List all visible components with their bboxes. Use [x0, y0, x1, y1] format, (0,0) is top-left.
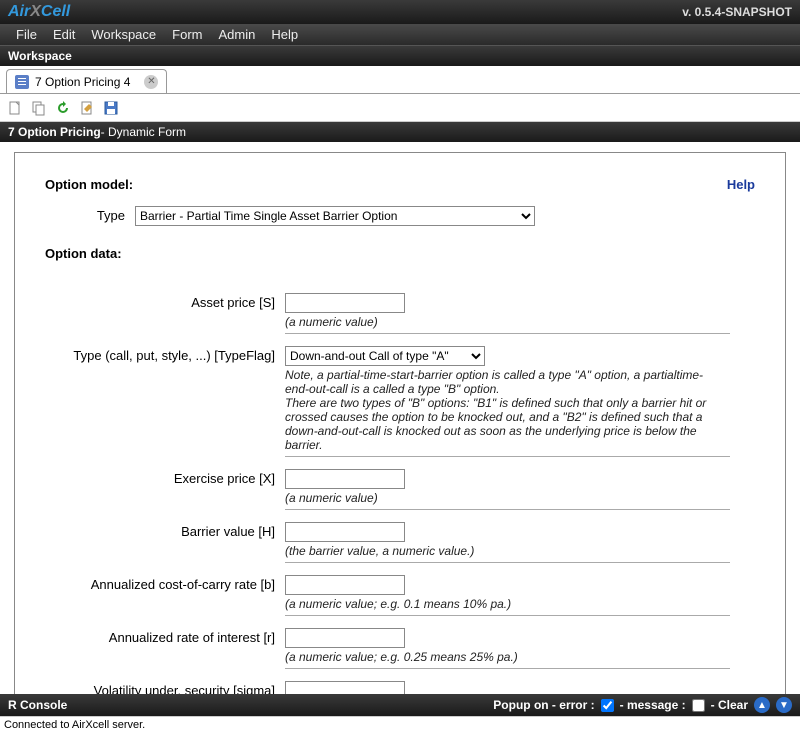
form-title-bold: 7 Option Pricing — [8, 125, 101, 139]
console-bar: R Console Popup on - error : - message :… — [0, 694, 800, 716]
tabs-area: 7 Option Pricing 4 ✕ — [0, 66, 800, 94]
rate-label: Annualized rate of interest [r] — [45, 628, 285, 645]
tab-label: 7 Option Pricing 4 — [35, 75, 130, 89]
popup-message-checkbox[interactable] — [692, 699, 705, 712]
typeflag-hint: Note, a partial-time-start-barrier optio… — [285, 368, 730, 457]
rate-row: Annualized rate of interest [r] (a numer… — [45, 628, 755, 679]
barrier-label: Barrier value [H] — [45, 522, 285, 539]
status-text: Connected to AirXcell server. — [4, 719, 145, 731]
type-row: Type Barrier - Partial Time Single Asset… — [45, 206, 755, 226]
asset-price-row: Asset price [S] (a numeric value) — [45, 293, 755, 344]
cost-carry-label: Annualized cost-of-carry rate [b] — [45, 575, 285, 592]
option-model-section: Help Option model: — [45, 177, 755, 192]
menu-admin[interactable]: Admin — [211, 27, 264, 42]
menu-edit[interactable]: Edit — [45, 27, 83, 42]
cost-carry-row: Annualized cost-of-carry rate [b] (a num… — [45, 575, 755, 626]
option-data-section: Option data: — [45, 246, 755, 261]
typeflag-label: Type (call, put, style, ...) [TypeFlag] — [45, 346, 285, 363]
workspace-label: Workspace — [8, 49, 72, 63]
status-bar: Connected to AirXcell server. — [0, 716, 800, 732]
barrier-hint: (the barrier value, a numeric value.) — [285, 544, 730, 563]
document-icon — [15, 75, 29, 89]
rate-input[interactable] — [285, 628, 405, 648]
app-logo: AirXCell — [8, 3, 70, 21]
content-wrap: Help Option model: Type Barrier - Partia… — [0, 142, 800, 694]
logo-x: X — [30, 3, 41, 20]
exercise-row: Exercise price [X] (a numeric value) — [45, 469, 755, 520]
arrow-up-icon[interactable]: ▲ — [754, 697, 770, 713]
clear-label: - Clear — [711, 698, 748, 712]
form-title-rest: - Dynamic Form — [101, 125, 186, 139]
form-panel: Help Option model: Type Barrier - Partia… — [14, 152, 786, 694]
asset-price-hint: (a numeric value) — [285, 315, 730, 334]
cost-carry-hint: (a numeric value; e.g. 0.1 means 10% pa.… — [285, 597, 730, 616]
cost-carry-input[interactable] — [285, 575, 405, 595]
asset-price-label: Asset price [S] — [45, 293, 285, 310]
barrier-input[interactable] — [285, 522, 405, 542]
help-link[interactable]: Help — [727, 177, 755, 192]
workspace-header: Workspace — [0, 46, 800, 66]
edit-button[interactable] — [78, 99, 96, 117]
menu-file[interactable]: File — [8, 27, 45, 42]
close-icon[interactable]: ✕ — [144, 75, 158, 89]
popup-error-checkbox[interactable] — [601, 699, 614, 712]
logo-cell: Cell — [41, 3, 70, 20]
exercise-input[interactable] — [285, 469, 405, 489]
typeflag-select[interactable]: Down-and-out Call of type "A" — [285, 346, 485, 366]
logo-air: Air — [8, 3, 30, 20]
tab-option-pricing[interactable]: 7 Option Pricing 4 ✕ — [6, 69, 167, 93]
exercise-hint: (a numeric value) — [285, 491, 730, 510]
barrier-row: Barrier value [H] (the barrier value, a … — [45, 522, 755, 573]
menu-help[interactable]: Help — [263, 27, 306, 42]
type-select[interactable]: Barrier - Partial Time Single Asset Barr… — [135, 206, 535, 226]
console-title: R Console — [8, 698, 67, 712]
copy-document-button[interactable] — [30, 99, 48, 117]
toolbar — [0, 94, 800, 122]
save-button[interactable] — [102, 99, 120, 117]
menu-bar: File Edit Workspace Form Admin Help — [0, 24, 800, 46]
rate-hint: (a numeric value; e.g. 0.25 means 25% pa… — [285, 650, 730, 669]
arrow-down-icon[interactable]: ▼ — [776, 697, 792, 713]
type-label: Type — [45, 206, 135, 223]
app-header: AirXCell v. 0.5.4-SNAPSHOT — [0, 0, 800, 24]
form-title-bar: 7 Option Pricing - Dynamic Form — [0, 122, 800, 142]
option-model-label: Option model: — [45, 177, 133, 192]
menu-form[interactable]: Form — [164, 27, 210, 42]
vol-input[interactable] — [285, 681, 405, 694]
exercise-label: Exercise price [X] — [45, 469, 285, 486]
menu-workspace[interactable]: Workspace — [83, 27, 164, 42]
vol-row: Volatility under. security [sigma] (a nu… — [45, 681, 755, 694]
popup-message-label: - message : — [620, 698, 686, 712]
refresh-button[interactable] — [54, 99, 72, 117]
asset-price-input[interactable] — [285, 293, 405, 313]
content-scroll[interactable]: Help Option model: Type Barrier - Partia… — [0, 142, 800, 694]
app-version: v. 0.5.4-SNAPSHOT — [682, 5, 792, 19]
new-document-button[interactable] — [6, 99, 24, 117]
vol-label: Volatility under. security [sigma] — [45, 681, 285, 694]
popup-error-label: Popup on - error : — [493, 698, 594, 712]
typeflag-row: Type (call, put, style, ...) [TypeFlag] … — [45, 346, 755, 467]
